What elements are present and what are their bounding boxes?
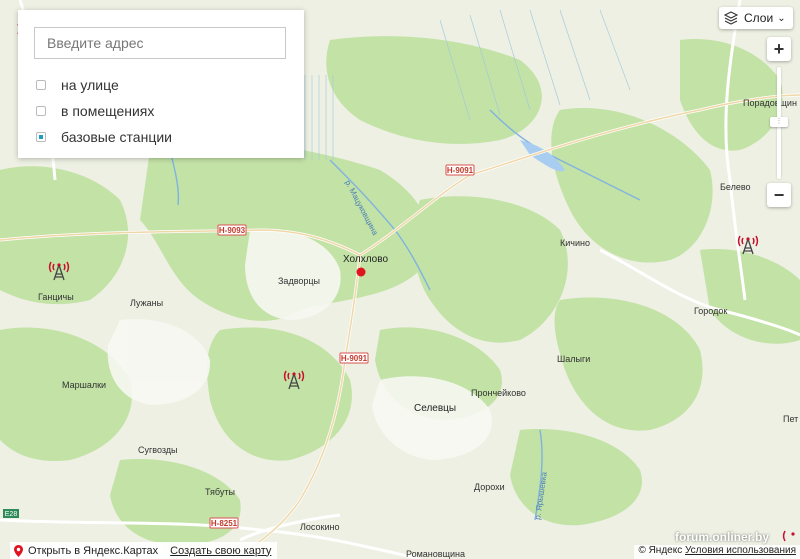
- place-label-tyabuty: Тябуты: [205, 487, 235, 497]
- place-label-belevo: Белево: [720, 182, 751, 192]
- svg-text:E28: E28: [5, 511, 18, 518]
- place-label-dorokhi: Дорохи: [474, 482, 505, 492]
- place-label-marshalki: Маршалки: [62, 380, 106, 390]
- filter-option-indoor[interactable]: в помещениях: [36, 103, 154, 119]
- filter-option-outdoor[interactable]: на улице: [36, 77, 119, 93]
- create-own-map-link[interactable]: Создать свою карту: [164, 545, 277, 557]
- bottom-bar: Открыть в Яндекс.Картах Создать свою кар…: [10, 542, 278, 559]
- open-in-yandex-maps-label: Открыть в Яндекс.Картах: [28, 544, 159, 557]
- checkbox[interactable]: [36, 106, 46, 116]
- place-label-selevtsy: Селевцы: [414, 403, 456, 414]
- filter-option-label: базовые станции: [61, 129, 172, 145]
- copyright-bar: © Яндекс Условия использования: [634, 545, 800, 559]
- open-in-yandex-maps-link[interactable]: Открыть в Яндекс.Картах: [10, 544, 165, 557]
- place-label-sugvozdy: Сугвозды: [138, 445, 178, 455]
- chevron-down-icon: ⌄: [777, 12, 786, 24]
- road-label-n9091-mid: Н-9091: [339, 352, 369, 364]
- road-label-e28: E28: [3, 509, 19, 518]
- place-label-kholkhlovo: Холхлово: [343, 254, 388, 265]
- road-label-n8251: Н-8251: [209, 517, 239, 529]
- watermark: forum.onliner.by: [675, 530, 770, 544]
- zoom-slider-handle[interactable]: ⋮: [770, 117, 788, 127]
- filter-option-label: в помещениях: [61, 103, 155, 119]
- place-label-gorodok: Городок: [694, 306, 727, 316]
- copyright-text: © Яндекс: [638, 545, 683, 556]
- road-label-n9091-top: Н-9091: [445, 164, 475, 176]
- terms-of-use-link[interactable]: Условия использования: [685, 545, 796, 556]
- place-label-kichino: Кичино: [560, 238, 590, 248]
- layers-icon: [724, 11, 738, 25]
- road-label-n9093: Н-9093: [217, 224, 247, 236]
- layers-label: Слои: [744, 11, 774, 25]
- checkbox[interactable]: [36, 80, 46, 90]
- zoom-out-button[interactable]: −: [767, 183, 791, 207]
- place-label-shalygi: Шалыги: [557, 354, 590, 364]
- place-label-losokino: Лосокино: [300, 522, 339, 532]
- place-label-luzhany: Лужаны: [130, 298, 163, 308]
- place-label-pet: Пет: [783, 414, 798, 424]
- svg-text:Н-8251: Н-8251: [211, 519, 238, 528]
- filter-panel: на улице в помещениях базовые станции: [18, 10, 304, 158]
- svg-text:Н-9091: Н-9091: [447, 166, 474, 175]
- address-search-input[interactable]: [34, 27, 286, 59]
- place-label-pronchejkovo: Прончейково: [471, 388, 526, 398]
- place-label-gantsichy: Ганцичы: [38, 292, 74, 302]
- svg-text:Н-9091: Н-9091: [341, 354, 368, 363]
- location-marker[interactable]: [356, 267, 366, 277]
- svg-text:Н-9093: Н-9093: [219, 226, 246, 235]
- filter-option-base-stations[interactable]: базовые станции: [36, 129, 172, 145]
- map-pin-icon: [14, 544, 23, 557]
- zoom-control: + ⋮ −: [767, 37, 791, 209]
- place-label-romanovshchina: Романовщина: [406, 549, 465, 559]
- layers-button[interactable]: Слои ⌄: [719, 7, 793, 29]
- checkbox-checked[interactable]: [36, 132, 46, 142]
- filter-option-label: на улице: [61, 77, 119, 93]
- zoom-in-button[interactable]: +: [767, 37, 791, 61]
- place-label-zadvortsy: Задворцы: [278, 276, 320, 286]
